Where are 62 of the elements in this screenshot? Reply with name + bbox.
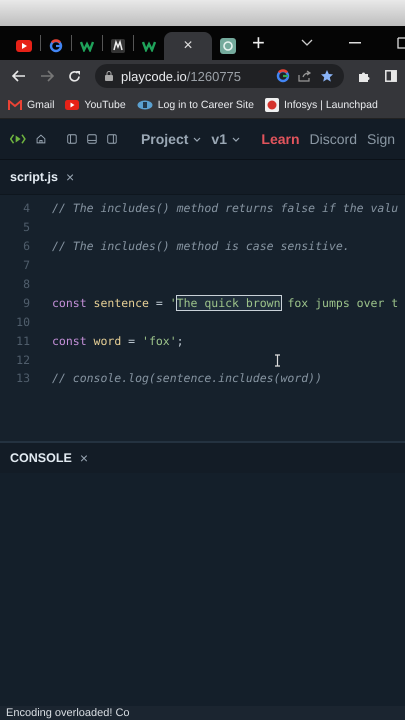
new-tab-button[interactable]: + bbox=[252, 32, 265, 54]
home-icon[interactable] bbox=[36, 132, 46, 146]
close-button[interactable]: × bbox=[80, 450, 88, 466]
text-cursor-icon bbox=[274, 354, 281, 367]
play-icon bbox=[16, 40, 32, 52]
code-line: const word = 'fox'; bbox=[52, 334, 184, 348]
console-tab[interactable]: CONSOLE × bbox=[10, 450, 88, 466]
menu-dropdown[interactable]: Project bbox=[140, 131, 202, 147]
line-number: 9 bbox=[22, 296, 30, 310]
line-number: 12 bbox=[15, 352, 30, 367]
browser-tab[interactable]: × bbox=[164, 32, 212, 60]
star-icon[interactable] bbox=[320, 69, 334, 83]
line-number: 4 bbox=[22, 201, 30, 216]
caret-icon bbox=[232, 136, 240, 142]
reload-icon[interactable] bbox=[68, 70, 81, 82]
code-editor[interactable] bbox=[0, 194, 405, 443]
lock-icon bbox=[105, 71, 113, 81]
address-bar[interactable]: playcode.io/1260775 bbox=[95, 64, 344, 88]
forward-arrow-icon[interactable] bbox=[40, 70, 54, 82]
right-panel-icon[interactable] bbox=[106, 132, 117, 146]
file-tab[interactable]: script.js × bbox=[10, 169, 74, 185]
bookmark[interactable]: YouTube bbox=[65, 99, 126, 111]
w-logo-icon bbox=[80, 40, 94, 52]
badge-icon bbox=[265, 98, 279, 112]
m-logo-icon bbox=[111, 39, 125, 53]
menu-dropdown[interactable]: v1 bbox=[211, 131, 240, 147]
g-logo-icon[interactable] bbox=[276, 69, 290, 83]
code-line: // The includes() method returns false if the valu bbox=[52, 201, 398, 216]
bottom-panel-icon[interactable] bbox=[86, 132, 97, 146]
code-line: const sentence = 'The quick brown fox jumps over t bbox=[52, 296, 398, 310]
w-logo-icon bbox=[142, 40, 156, 52]
share-icon[interactable] bbox=[298, 70, 312, 82]
line-number: 5 bbox=[22, 220, 30, 234]
header-link[interactable]: Discord bbox=[310, 131, 357, 147]
line-number: 6 bbox=[22, 239, 30, 254]
caret-icon bbox=[193, 136, 202, 142]
chevron-down-icon[interactable] bbox=[301, 39, 313, 47]
line-number: 13 bbox=[15, 371, 30, 386]
puzzle-icon[interactable] bbox=[358, 70, 371, 82]
code-line: // console.log(sentence.includes(word)) bbox=[52, 371, 322, 386]
line-number: 7 bbox=[22, 258, 30, 272]
line-number: 10 bbox=[15, 314, 30, 329]
maximize-icon[interactable] bbox=[397, 37, 405, 49]
back-arrow-icon[interactable] bbox=[12, 70, 26, 82]
header-link[interactable]: Learn bbox=[261, 131, 300, 147]
play-icon bbox=[65, 100, 80, 110]
bookmark[interactable]: Gmail bbox=[8, 99, 54, 111]
url-text: playcode.io/1260775 bbox=[121, 68, 242, 84]
bookmark[interactable]: Infosys | Launchpad bbox=[265, 98, 378, 112]
line-number: 8 bbox=[22, 277, 30, 291]
close-tab-button[interactable]: × bbox=[183, 37, 193, 55]
minimize-icon[interactable] bbox=[349, 42, 361, 44]
close-button[interactable]: × bbox=[66, 169, 74, 185]
line-number: 11 bbox=[15, 334, 30, 348]
caption-text: Encoding overloaded! Co bbox=[5, 706, 130, 720]
g-logo-icon bbox=[49, 39, 63, 53]
code-line: // The includes() method is case sensitive. bbox=[52, 239, 350, 254]
side-panel-icon[interactable] bbox=[385, 70, 397, 82]
mail-icon bbox=[8, 100, 22, 110]
header-link[interactable]: Sign bbox=[367, 131, 396, 147]
bookmark[interactable]: Log in to Career Site bbox=[136, 99, 254, 111]
left-panel-icon[interactable] bbox=[66, 132, 77, 146]
